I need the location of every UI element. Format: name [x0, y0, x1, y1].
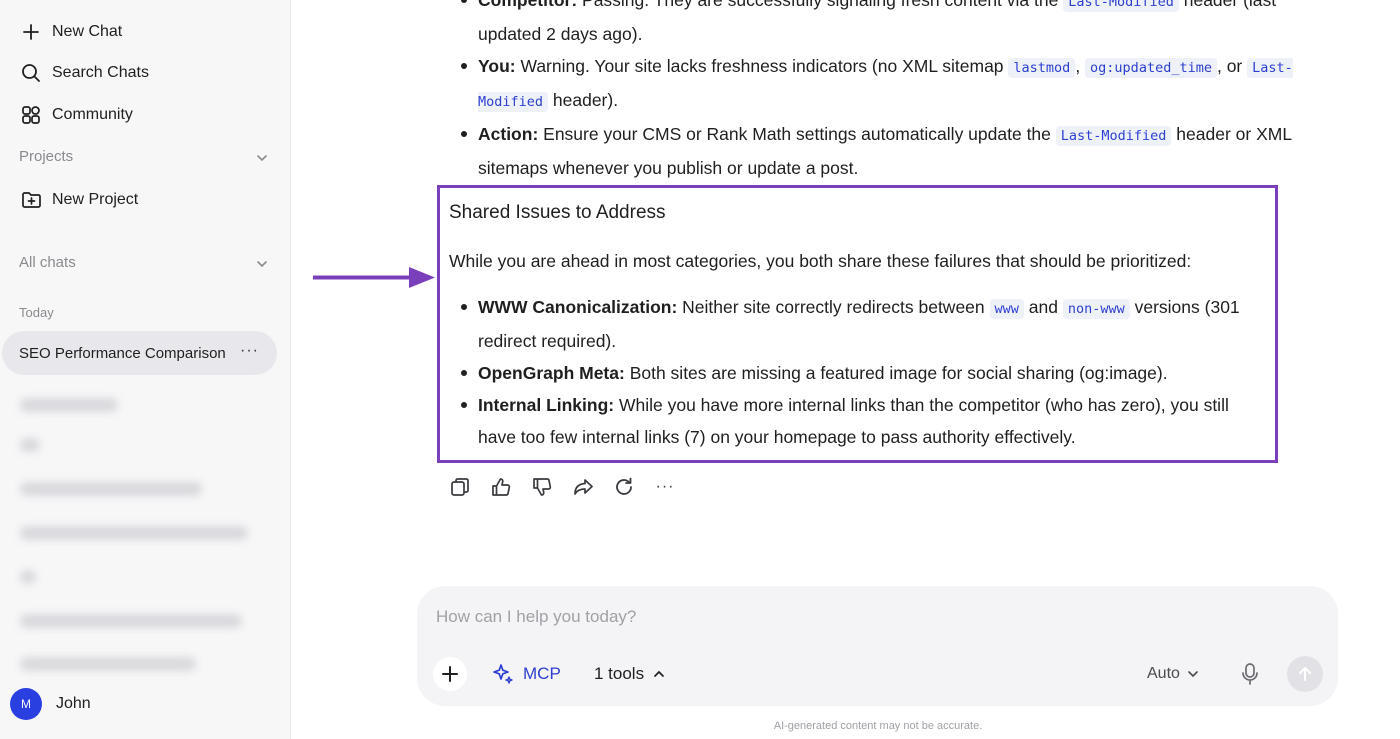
list-item: You: Warning. Your site lacks freshness … — [449, 50, 1299, 118]
bullet-text: Neither site correctly redirects between — [677, 297, 990, 317]
list-item: OpenGraph Meta: Both sites are missing a… — [449, 357, 1269, 389]
model-label: Auto — [1147, 665, 1180, 682]
list-item: Action: Ensure your CMS or Rank Math set… — [449, 118, 1299, 184]
thumbs-up-icon[interactable] — [489, 475, 513, 499]
assistant-message: Competitor: Passing. They are successful… — [449, 0, 1299, 184]
projects-section-toggle[interactable]: Projects — [19, 148, 269, 165]
search-icon — [20, 62, 42, 84]
microphone-icon[interactable] — [1239, 662, 1261, 686]
inline-code: lastmod — [1008, 58, 1076, 78]
avatar: M — [10, 688, 42, 720]
chevron-down-icon — [1188, 671, 1198, 678]
refresh-icon[interactable] — [612, 475, 636, 499]
sidebar: New Chat Search Chats Community Projects… — [0, 0, 291, 739]
user-name: John — [56, 695, 91, 712]
bullet-label: Internal Linking: — [478, 395, 615, 415]
inline-code: www — [989, 299, 1024, 319]
today-label: Today — [19, 305, 54, 320]
list-item: Competitor: Passing. They are successful… — [449, 0, 1299, 50]
new-project-button[interactable]: New Project — [20, 189, 138, 211]
new-chat-label: New Chat — [52, 23, 123, 40]
bullet-label: WWW Canonicalization: — [478, 297, 678, 317]
chat-item-blurred[interactable] — [20, 614, 242, 628]
send-button[interactable] — [1287, 656, 1323, 692]
chat-item-active[interactable]: SEO Performance Comparison ··· — [2, 331, 277, 375]
arrow-right-icon — [313, 267, 435, 288]
chat-item-title: SEO Performance Comparison — [19, 344, 226, 362]
list-item: WWW Canonicalization: Neither site corre… — [449, 291, 1269, 357]
search-chats-button[interactable]: Search Chats — [20, 62, 149, 84]
all-chats-section-toggle[interactable]: All chats — [19, 254, 269, 271]
chevron-up-icon — [654, 670, 664, 677]
bullet-label: OpenGraph Meta: — [478, 363, 625, 383]
chat-item-blurred[interactable] — [20, 570, 36, 584]
composer: MCP 1 tools Auto — [417, 586, 1338, 706]
section-heading: Shared Issues to Address — [449, 202, 666, 223]
folder-plus-icon — [20, 189, 42, 211]
bullet-text: Ensure your CMS or Rank Math settings au… — [538, 124, 1056, 144]
bullet-label: Competitor: — [478, 0, 578, 10]
attach-button[interactable] — [433, 657, 467, 691]
community-button[interactable]: Community — [20, 104, 133, 126]
inline-code: Last-Modified — [1063, 0, 1179, 12]
new-chat-button[interactable]: New Chat — [20, 21, 122, 43]
model-select[interactable]: Auto — [1147, 665, 1200, 683]
chevron-down-icon — [257, 261, 267, 268]
chat-item-blurred[interactable] — [20, 398, 118, 412]
new-project-label: New Project — [52, 191, 139, 208]
copy-icon[interactable] — [448, 475, 472, 499]
community-label: Community — [52, 106, 133, 123]
bullet-label: You: — [478, 56, 516, 76]
plus-icon — [442, 666, 458, 682]
shared-issues-list: WWW Canonicalization: Neither site corre… — [449, 291, 1269, 453]
bullet-text: Passing. They are successfully signaling… — [577, 0, 1064, 10]
projects-label: Projects — [19, 148, 74, 165]
share-icon[interactable] — [571, 475, 595, 499]
bullet-text: Warning. Your site lacks freshness indic… — [515, 56, 1009, 76]
list-item: Internal Linking: While you have more in… — [449, 389, 1269, 453]
all-chats-label: All chats — [19, 254, 76, 271]
inline-code: non-www — [1062, 299, 1130, 319]
bullet-text: and — [1023, 297, 1063, 317]
inline-code: og:updated_time — [1085, 58, 1217, 78]
chat-item-blurred[interactable] — [20, 526, 248, 540]
chat-item-blurred[interactable] — [20, 657, 196, 671]
section-intro: While you are ahead in most categories, … — [449, 251, 1192, 271]
user-profile[interactable]: M John — [10, 688, 91, 720]
inline-code: Last-Modified — [1055, 126, 1172, 146]
tools-button[interactable]: 1 tools — [594, 664, 666, 684]
freshness-bullet-list: Competitor: Passing. They are successful… — [449, 0, 1299, 184]
mcp-label: MCP — [523, 664, 561, 683]
sparkle-icon — [493, 664, 513, 684]
tools-label: 1 tools — [594, 664, 645, 683]
chat-input[interactable] — [436, 607, 1136, 627]
more-options-icon[interactable]: ··· — [240, 342, 259, 360]
search-chats-label: Search Chats — [52, 64, 149, 81]
more-options-icon[interactable]: ··· — [653, 475, 677, 499]
bullet-text: , or — [1216, 56, 1248, 76]
chevron-down-icon — [257, 155, 267, 162]
mcp-button[interactable]: MCP — [491, 662, 561, 686]
highlight-box: Shared Issues to Address While you are a… — [437, 185, 1278, 463]
grid-icon — [20, 104, 42, 126]
main-panel: Competitor: Passing. They are successful… — [291, 0, 1400, 739]
bullet-text: Both sites are missing a featured image … — [624, 363, 1168, 383]
thumbs-down-icon[interactable] — [530, 475, 554, 499]
bullet-text: , — [1075, 56, 1086, 76]
message-actions: ··· — [448, 475, 677, 499]
disclaimer: AI-generated content may not be accurate… — [773, 720, 983, 732]
plus-icon — [20, 21, 42, 43]
shared-issues-section: Shared Issues to Address While you are a… — [449, 198, 1269, 453]
chat-item-blurred[interactable] — [20, 438, 40, 452]
bullet-text: header). — [548, 90, 619, 110]
chat-item-blurred[interactable] — [20, 482, 202, 496]
bullet-label: Action: — [478, 124, 539, 144]
arrow-up-icon — [1299, 667, 1311, 681]
